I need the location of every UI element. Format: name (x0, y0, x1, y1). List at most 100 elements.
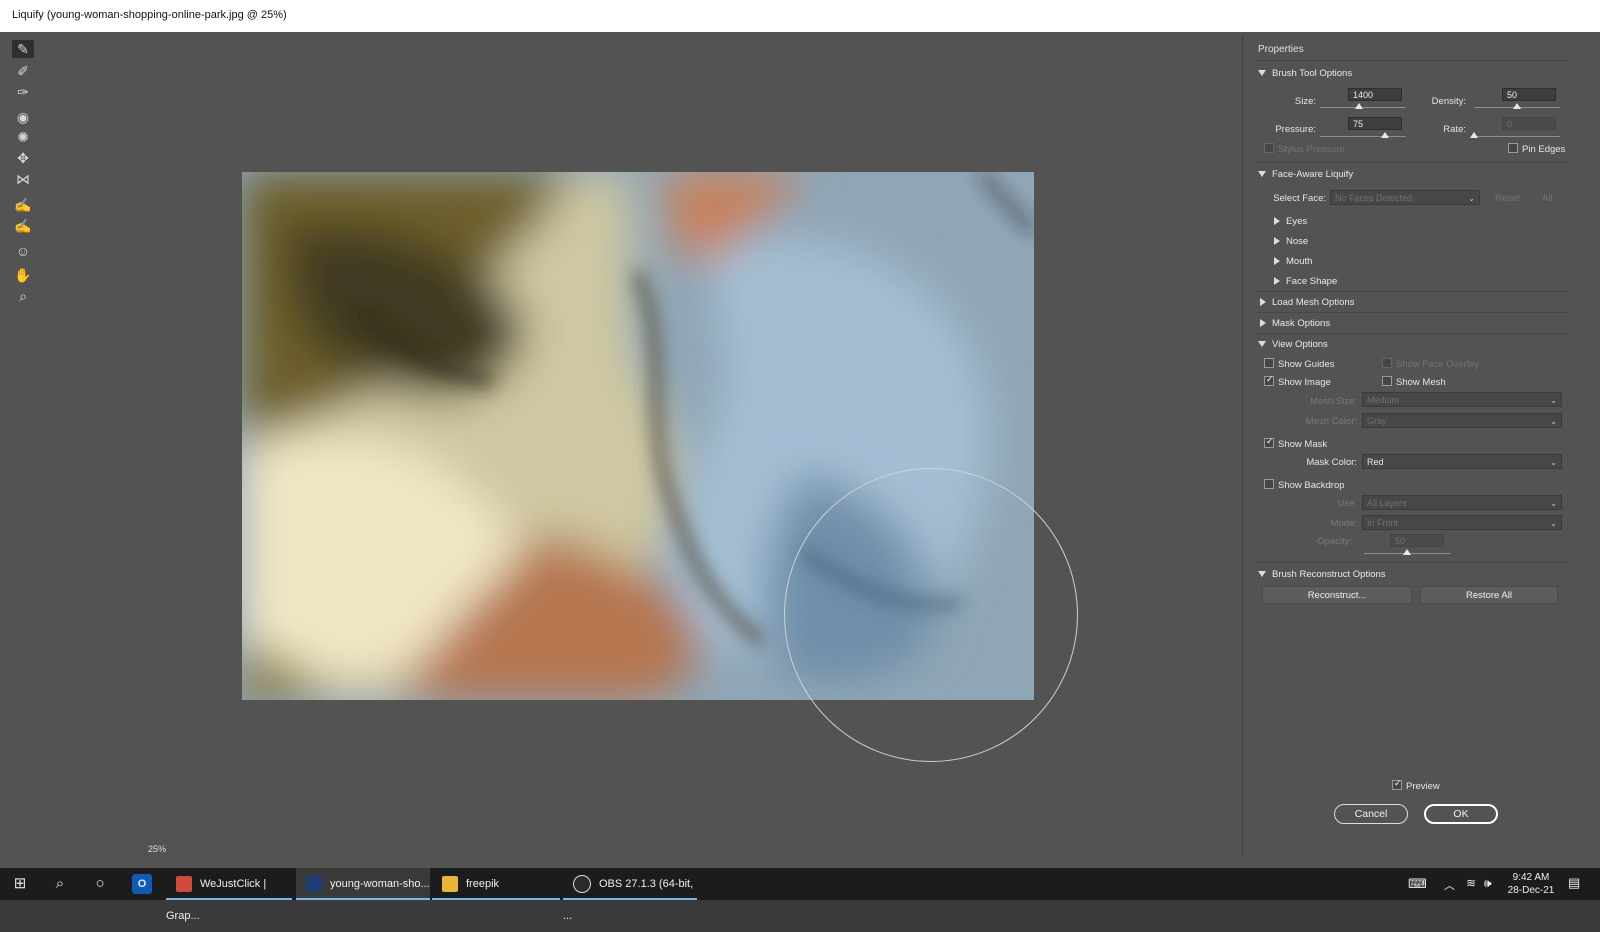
show-mask-checkbox[interactable] (1264, 436, 1274, 448)
mesh-size-value: Medium (1367, 395, 1400, 405)
search-icon[interactable]: ⌕ (50, 874, 70, 894)
pucker-tool-icon[interactable]: ✺ (12, 128, 34, 146)
brush-cursor-circle (784, 468, 1078, 762)
use-label: Use: (1337, 498, 1357, 509)
rate-slider-thumb[interactable] (1470, 132, 1478, 138)
pin-edges-checkbox[interactable] (1508, 143, 1518, 153)
hand-tool-icon[interactable]: ✋ (12, 266, 34, 284)
reconstruct-tool-icon[interactable]: ✐ (12, 62, 34, 80)
push-left-tool-icon[interactable]: ⋈ (12, 170, 34, 188)
clock-date: 28-Dec-21 (1507, 885, 1555, 896)
smooth-tool-icon[interactable]: ✑ (12, 83, 34, 101)
taskbar-app-photoshop[interactable]: young-woman-sho... (296, 868, 430, 900)
stylus-pressure-checkbox[interactable] (1264, 143, 1274, 153)
opacity-label: Opacity: (1317, 536, 1352, 547)
chevron-down-icon: ⌄ (1550, 499, 1557, 508)
divider (1256, 333, 1568, 334)
obs-icon (573, 875, 591, 894)
show-mesh-checkbox[interactable] (1382, 376, 1392, 386)
taskbar-app-obs[interactable]: OBS 27.1.3 (64-bit, ... (563, 868, 697, 922)
brush-reconstruct-options-header[interactable]: Brush Reconstruct Options (1258, 569, 1386, 580)
opacity-input[interactable]: 50 (1390, 534, 1444, 547)
volume-icon[interactable]: 🕪 (1484, 876, 1492, 908)
windows-start-icon[interactable]: ⊞ (10, 874, 30, 894)
mode-dropdown[interactable]: In Front ⌄ (1362, 515, 1562, 530)
cortana-circle-icon[interactable]: ○ (90, 874, 110, 894)
load-mesh-options-header[interactable]: Load Mesh Options (1258, 297, 1354, 308)
mesh-color-label: Mesh Color: (1305, 416, 1357, 427)
use-value: All Layers (1367, 498, 1407, 508)
show-guides-checkbox[interactable] (1264, 358, 1274, 368)
face-aware-liquify-header[interactable]: Face-Aware Liquify (1258, 169, 1353, 180)
show-image-checkbox[interactable] (1264, 374, 1274, 386)
use-dropdown[interactable]: All Layers ⌄ (1362, 495, 1562, 510)
divider (1256, 562, 1568, 563)
clock[interactable]: 9:42 AM 28-Dec-21 (1506, 871, 1556, 903)
eyes-section[interactable]: Eyes (1272, 216, 1307, 227)
mask-color-label: Mask Color: (1306, 457, 1357, 468)
network-icon[interactable]: ≋ (1466, 876, 1476, 908)
expand-triangle-icon (1258, 70, 1266, 77)
expand-triangle-icon (1258, 171, 1266, 178)
twirl-clockwise-tool-icon[interactable]: ◉ (12, 108, 34, 126)
show-face-overlay-checkbox[interactable] (1382, 358, 1392, 368)
size-input[interactable]: 1400 (1348, 88, 1402, 101)
brush-tool-options-header[interactable]: Brush Tool Options (1258, 68, 1352, 79)
mask-color-dropdown[interactable]: Red ⌄ (1362, 454, 1562, 469)
all-button[interactable]: All (1542, 193, 1553, 204)
ok-button[interactable]: OK (1424, 804, 1498, 824)
forward-warp-tool-icon[interactable]: ✎ (12, 40, 34, 58)
chevron-down-icon: ⌄ (1550, 519, 1557, 528)
density-slider-thumb[interactable] (1513, 103, 1521, 109)
notifications-icon[interactable]: ▤ (1568, 875, 1580, 907)
chrome-icon (176, 876, 192, 893)
face-shape-section[interactable]: Face Shape (1272, 276, 1337, 287)
rate-slider[interactable] (1474, 136, 1560, 137)
freeze-mask-tool-icon[interactable]: ✍ (12, 196, 34, 214)
show-image-label: Show Image (1278, 377, 1331, 388)
preview-canvas[interactable]: 25% (44, 36, 1243, 854)
mouth-section[interactable]: Mouth (1272, 256, 1312, 267)
mesh-color-dropdown[interactable]: Gray ⌄ (1362, 413, 1562, 428)
bloat-tool-icon[interactable]: ✥ (12, 149, 34, 167)
outlook-icon[interactable]: O (132, 874, 152, 894)
section-label: Brush Reconstruct Options (1272, 569, 1386, 580)
taskbar-app-chrome[interactable]: WeJustClick | Grap... (166, 868, 292, 922)
keyboard-icon[interactable]: ⌨ (1408, 876, 1427, 908)
size-slider[interactable] (1320, 107, 1406, 108)
collapsed-triangle-icon (1274, 217, 1280, 226)
cancel-button[interactable]: Cancel (1334, 804, 1408, 824)
chevron-down-icon: ⌄ (1468, 194, 1475, 203)
collapsed-triangle-icon (1274, 277, 1280, 286)
select-face-dropdown[interactable]: No Faces Detected ⌄ (1330, 190, 1480, 205)
opacity-slider-thumb[interactable] (1403, 549, 1411, 555)
preview-checkbox[interactable] (1392, 778, 1402, 790)
pressure-input[interactable]: 75 (1348, 117, 1402, 130)
tool-column: ✎ ✐ ✑ ◉ ✺ ✥ ⋈ ✍ ✍ ☺ ✋ ⌕ (8, 36, 42, 336)
rate-input[interactable]: 0 (1502, 117, 1556, 130)
size-slider-thumb[interactable] (1354, 103, 1363, 109)
view-options-header[interactable]: View Options (1258, 339, 1328, 350)
pressure-slider[interactable] (1320, 136, 1406, 137)
section-label: Face Shape (1286, 276, 1338, 287)
show-hidden-icons-chevron-icon[interactable]: ︿ (1444, 877, 1455, 909)
expand-triangle-icon (1258, 571, 1266, 578)
show-backdrop-checkbox[interactable] (1264, 479, 1274, 489)
reconstruct-button[interactable]: Reconstruct... (1262, 586, 1412, 604)
restore-all-button[interactable]: Restore All (1420, 586, 1558, 604)
taskbar-app-explorer[interactable]: freepik (432, 868, 560, 900)
pressure-slider-thumb[interactable] (1380, 132, 1389, 138)
zoom-level[interactable]: 25% (148, 844, 166, 854)
mesh-size-dropdown[interactable]: Medium ⌄ (1362, 392, 1562, 407)
window-title-bar: Liquify (young-woman-shopping-online-par… (0, 0, 1600, 33)
reset-button[interactable]: Reset (1495, 193, 1520, 204)
mask-options-header[interactable]: Mask Options (1258, 318, 1330, 329)
zoom-tool-icon[interactable]: ⌕ (12, 287, 34, 305)
face-tool-icon[interactable]: ☺ (12, 242, 34, 260)
show-mesh-label: Show Mesh (1396, 377, 1446, 388)
density-input[interactable]: 50 (1502, 88, 1556, 101)
select-face-value: No Faces Detected (1335, 193, 1413, 203)
thaw-mask-tool-icon[interactable]: ✍ (12, 217, 34, 235)
collapsed-triangle-icon (1260, 298, 1266, 307)
nose-section[interactable]: Nose (1272, 236, 1308, 247)
